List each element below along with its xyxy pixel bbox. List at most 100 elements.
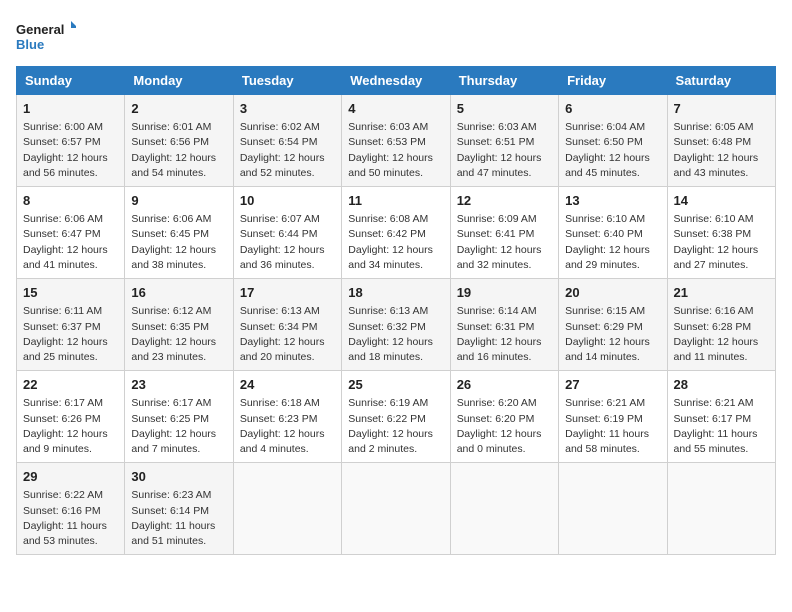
cell-text: Sunrise: 6:04 AMSunset: 6:50 PMDaylight:…	[565, 120, 660, 181]
cell-text: Sunrise: 6:05 AMSunset: 6:48 PMDaylight:…	[674, 120, 769, 181]
day-number: 3	[240, 100, 335, 118]
calendar-cell: 9 Sunrise: 6:06 AMSunset: 6:45 PMDaylight…	[125, 187, 233, 279]
calendar-week-3: 15 Sunrise: 6:11 AMSunset: 6:37 PMDayligh…	[17, 279, 776, 371]
day-number: 11	[348, 192, 443, 210]
cell-text: Sunrise: 6:03 AMSunset: 6:53 PMDaylight:…	[348, 120, 443, 181]
calendar-cell: 3 Sunrise: 6:02 AMSunset: 6:54 PMDaylight…	[233, 95, 341, 187]
day-number: 1	[23, 100, 118, 118]
day-number: 22	[23, 376, 118, 394]
calendar-cell: 6 Sunrise: 6:04 AMSunset: 6:50 PMDaylight…	[559, 95, 667, 187]
weekday-header-friday: Friday	[559, 67, 667, 95]
cell-text: Sunrise: 6:22 AMSunset: 6:16 PMDaylight:…	[23, 488, 118, 549]
day-number: 14	[674, 192, 769, 210]
calendar-cell: 8 Sunrise: 6:06 AMSunset: 6:47 PMDaylight…	[17, 187, 125, 279]
day-number: 24	[240, 376, 335, 394]
day-number: 6	[565, 100, 660, 118]
cell-text: Sunrise: 6:00 AMSunset: 6:57 PMDaylight:…	[23, 120, 118, 181]
calendar-cell: 1 Sunrise: 6:00 AMSunset: 6:57 PMDaylight…	[17, 95, 125, 187]
day-number: 7	[674, 100, 769, 118]
day-number: 12	[457, 192, 552, 210]
calendar-cell: 26 Sunrise: 6:20 AMSunset: 6:20 PMDayligh…	[450, 371, 558, 463]
weekday-header-saturday: Saturday	[667, 67, 775, 95]
day-number: 9	[131, 192, 226, 210]
cell-text: Sunrise: 6:08 AMSunset: 6:42 PMDaylight:…	[348, 212, 443, 273]
calendar-cell: 29 Sunrise: 6:22 AMSunset: 6:16 PMDayligh…	[17, 463, 125, 555]
calendar-cell: 22Sunrise: 6:17 AMSunset: 6:26 PMDayligh…	[17, 371, 125, 463]
calendar-cell: 23Sunrise: 6:17 AMSunset: 6:25 PMDayligh…	[125, 371, 233, 463]
calendar-cell: 2 Sunrise: 6:01 AMSunset: 6:56 PMDaylight…	[125, 95, 233, 187]
cell-text: Sunrise: 6:13 AMSunset: 6:34 PMDaylight:…	[240, 304, 335, 365]
cell-text: Sunrise: 6:11 AMSunset: 6:37 PMDaylight:…	[23, 304, 118, 365]
day-number: 18	[348, 284, 443, 302]
day-number: 15	[23, 284, 118, 302]
day-number: 13	[565, 192, 660, 210]
day-number: 2	[131, 100, 226, 118]
calendar-week-1: 1 Sunrise: 6:00 AMSunset: 6:57 PMDaylight…	[17, 95, 776, 187]
weekday-header-thursday: Thursday	[450, 67, 558, 95]
calendar-cell: 13 Sunrise: 6:10 AMSunset: 6:40 PMDayligh…	[559, 187, 667, 279]
weekday-header-monday: Monday	[125, 67, 233, 95]
day-number: 17	[240, 284, 335, 302]
calendar-cell: 14 Sunrise: 6:10 AMSunset: 6:38 PMDayligh…	[667, 187, 775, 279]
calendar-cell: 19Sunrise: 6:14 AMSunset: 6:31 PMDayligh…	[450, 279, 558, 371]
calendar-cell	[233, 463, 341, 555]
cell-text: Sunrise: 6:17 AMSunset: 6:25 PMDaylight:…	[131, 396, 226, 457]
calendar-cell: 28 Sunrise: 6:21 AMSunset: 6:17 PMDayligh…	[667, 371, 775, 463]
cell-text: Sunrise: 6:01 AMSunset: 6:56 PMDaylight:…	[131, 120, 226, 181]
calendar-cell: 17 Sunrise: 6:13 AMSunset: 6:34 PMDayligh…	[233, 279, 341, 371]
weekday-header-wednesday: Wednesday	[342, 67, 450, 95]
day-number: 21	[674, 284, 769, 302]
cell-text: Sunrise: 6:21 AMSunset: 6:19 PMDaylight:…	[565, 396, 660, 457]
calendar-cell: 16Sunrise: 6:12 AMSunset: 6:35 PMDayligh…	[125, 279, 233, 371]
day-number: 10	[240, 192, 335, 210]
cell-text: Sunrise: 6:19 AMSunset: 6:22 PMDaylight:…	[348, 396, 443, 457]
calendar-cell: 11 Sunrise: 6:08 AMSunset: 6:42 PMDayligh…	[342, 187, 450, 279]
day-number: 28	[674, 376, 769, 394]
calendar-body: 1 Sunrise: 6:00 AMSunset: 6:57 PMDaylight…	[17, 95, 776, 555]
cell-text: Sunrise: 6:09 AMSunset: 6:41 PMDaylight:…	[457, 212, 552, 273]
calendar-cell: 15 Sunrise: 6:11 AMSunset: 6:37 PMDayligh…	[17, 279, 125, 371]
cell-text: Sunrise: 6:13 AMSunset: 6:32 PMDaylight:…	[348, 304, 443, 365]
cell-text: Sunrise: 6:06 AMSunset: 6:45 PMDaylight:…	[131, 212, 226, 273]
calendar-cell: 12 Sunrise: 6:09 AMSunset: 6:41 PMDayligh…	[450, 187, 558, 279]
day-number: 26	[457, 376, 552, 394]
day-number: 16	[131, 284, 226, 302]
cell-text: Sunrise: 6:21 AMSunset: 6:17 PMDaylight:…	[674, 396, 769, 457]
calendar-cell: 30Sunrise: 6:23 AMSunset: 6:14 PMDayligh…	[125, 463, 233, 555]
day-number: 29	[23, 468, 118, 486]
weekday-header-tuesday: Tuesday	[233, 67, 341, 95]
calendar-cell	[342, 463, 450, 555]
cell-text: Sunrise: 6:15 AMSunset: 6:29 PMDaylight:…	[565, 304, 660, 365]
calendar-week-5: 29 Sunrise: 6:22 AMSunset: 6:16 PMDayligh…	[17, 463, 776, 555]
day-number: 8	[23, 192, 118, 210]
cell-text: Sunrise: 6:18 AMSunset: 6:23 PMDaylight:…	[240, 396, 335, 457]
header: General Blue	[16, 16, 776, 56]
day-number: 20	[565, 284, 660, 302]
calendar-cell: 21 Sunrise: 6:16 AMSunset: 6:28 PMDayligh…	[667, 279, 775, 371]
cell-text: Sunrise: 6:20 AMSunset: 6:20 PMDaylight:…	[457, 396, 552, 457]
cell-text: Sunrise: 6:03 AMSunset: 6:51 PMDaylight:…	[457, 120, 552, 181]
calendar-cell: 18 Sunrise: 6:13 AMSunset: 6:32 PMDayligh…	[342, 279, 450, 371]
cell-text: Sunrise: 6:10 AMSunset: 6:38 PMDaylight:…	[674, 212, 769, 273]
calendar-cell: 10 Sunrise: 6:07 AMSunset: 6:44 PMDayligh…	[233, 187, 341, 279]
logo-svg: General Blue	[16, 16, 76, 56]
day-number: 5	[457, 100, 552, 118]
day-number: 30	[131, 468, 226, 486]
logo: General Blue	[16, 16, 76, 56]
calendar-cell	[667, 463, 775, 555]
calendar-cell: 25Sunrise: 6:19 AMSunset: 6:22 PMDayligh…	[342, 371, 450, 463]
calendar-cell: 24 Sunrise: 6:18 AMSunset: 6:23 PMDayligh…	[233, 371, 341, 463]
calendar-cell	[450, 463, 558, 555]
cell-text: Sunrise: 6:16 AMSunset: 6:28 PMDaylight:…	[674, 304, 769, 365]
calendar-cell: 4 Sunrise: 6:03 AMSunset: 6:53 PMDaylight…	[342, 95, 450, 187]
calendar-header: SundayMondayTuesdayWednesdayThursdayFrid…	[17, 67, 776, 95]
cell-text: Sunrise: 6:06 AMSunset: 6:47 PMDaylight:…	[23, 212, 118, 273]
cell-text: Sunrise: 6:10 AMSunset: 6:40 PMDaylight:…	[565, 212, 660, 273]
calendar-cell	[559, 463, 667, 555]
calendar-cell: 7 Sunrise: 6:05 AMSunset: 6:48 PMDaylight…	[667, 95, 775, 187]
day-number: 4	[348, 100, 443, 118]
cell-text: Sunrise: 6:07 AMSunset: 6:44 PMDaylight:…	[240, 212, 335, 273]
cell-text: Sunrise: 6:14 AMSunset: 6:31 PMDaylight:…	[457, 304, 552, 365]
calendar-table: SundayMondayTuesdayWednesdayThursdayFrid…	[16, 66, 776, 555]
cell-text: Sunrise: 6:02 AMSunset: 6:54 PMDaylight:…	[240, 120, 335, 181]
